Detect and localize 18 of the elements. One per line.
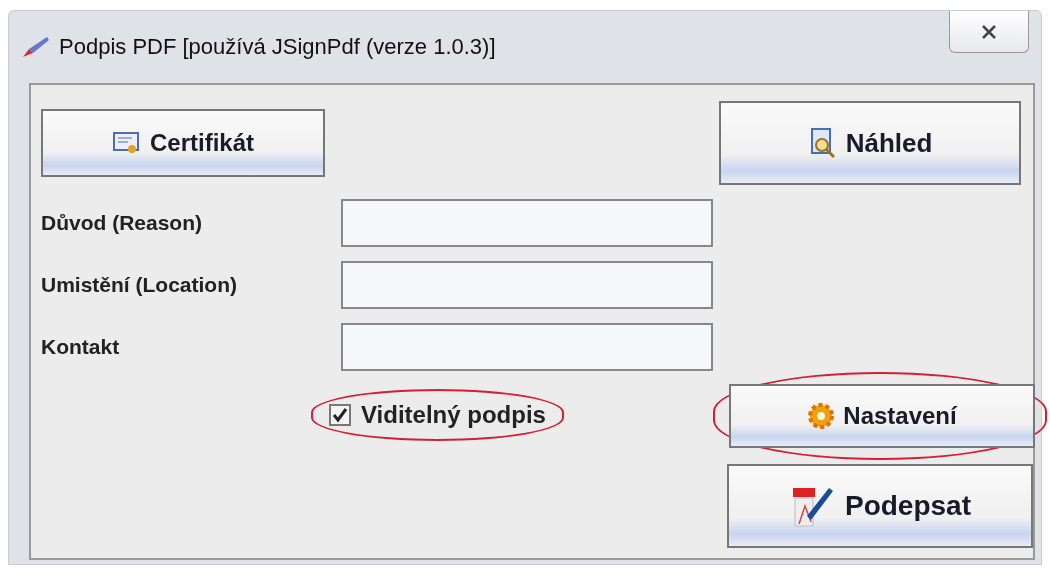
pen-icon [21,35,51,59]
close-button[interactable] [949,11,1029,53]
field-label: Důvod (Reason) [41,211,203,235]
sign-button[interactable]: Podepsat [727,464,1033,548]
certificate-icon [112,130,142,156]
visible-signature-checkbox[interactable]: Viditelný podpis [329,401,546,429]
certificate-button[interactable]: Certifikát [41,109,325,177]
field-label: Umistění (Location) [41,273,238,297]
checkbox[interactable] [329,404,351,426]
settings-button[interactable]: Nastavení [729,384,1035,448]
text-field[interactable] [341,199,713,247]
text-field[interactable] [341,261,713,309]
window-title: Podpis PDF [používá JSignPdf (verze 1.0.3)] [59,34,497,60]
gear-icon [807,402,836,430]
text-field[interactable] [341,323,713,371]
field-label: Kontakt [41,335,121,359]
preview-button[interactable]: Náhled [719,101,1021,185]
close-icon [980,23,998,40]
